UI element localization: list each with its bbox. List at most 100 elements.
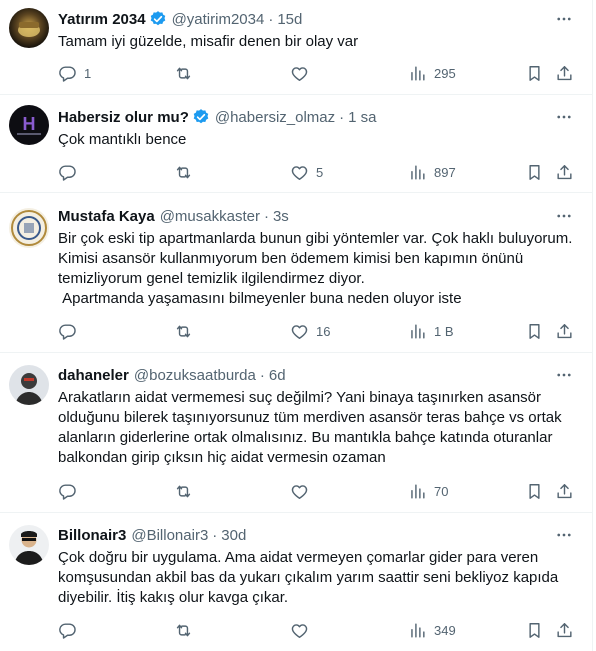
tweet-actions: 70 — [50, 474, 580, 508]
retweet-icon — [176, 166, 191, 178]
author-handle[interactable]: @bozuksaatburda — [134, 367, 256, 384]
retweet-icon — [176, 485, 191, 497]
timestamp[interactable]: 3s — [273, 208, 289, 225]
bookmark-button[interactable] — [525, 314, 544, 348]
author-handle[interactable]: @yatirim2034 — [172, 11, 265, 28]
reply-count: 1 — [84, 65, 92, 81]
like-icon — [291, 165, 308, 180]
like-button[interactable] — [290, 56, 316, 90]
share-button[interactable] — [555, 613, 574, 647]
author-name[interactable]: Yatırım 2034 — [58, 11, 146, 28]
reply-button[interactable] — [58, 474, 84, 508]
retweet-button[interactable] — [174, 155, 200, 189]
avatar[interactable] — [9, 525, 49, 565]
author-name[interactable]: Mustafa Kaya — [58, 208, 155, 225]
timestamp[interactable]: 15d — [277, 11, 302, 28]
author-handle[interactable]: @Billonair3 — [131, 527, 208, 544]
like-icon — [291, 484, 308, 499]
share-button[interactable] — [555, 314, 574, 348]
separator: · — [268, 10, 274, 28]
svg-text:H: H — [23, 114, 36, 134]
bookmark-icon — [529, 622, 540, 638]
more-icon[interactable] — [554, 206, 574, 226]
tweet[interactable]: dahaneler @bozuksaatburda · 6d Arakatlar… — [0, 353, 593, 513]
views-icon — [411, 65, 425, 81]
more-icon[interactable] — [554, 365, 574, 385]
timestamp[interactable]: 30d — [221, 527, 246, 544]
retweet-button[interactable] — [174, 56, 200, 90]
bookmark-icon — [529, 323, 540, 339]
views-icon — [411, 164, 425, 180]
bookmark-icon — [529, 65, 540, 81]
views-button[interactable]: 295 — [408, 56, 456, 90]
share-button[interactable] — [555, 474, 574, 508]
retweet-icon — [176, 624, 191, 636]
reply-button[interactable] — [58, 155, 84, 189]
more-icon[interactable] — [554, 525, 574, 545]
like-button[interactable]: 16 — [290, 314, 330, 348]
views-button[interactable]: 1 B — [408, 314, 454, 348]
tweet[interactable]: H Habersiz olur mu? @habersiz_olmaz · 1 … — [0, 95, 593, 193]
separator: · — [212, 526, 218, 544]
tweet-header: dahaneler @bozuksaatburda · 6d — [58, 365, 286, 385]
like-button[interactable] — [290, 474, 316, 508]
tweet[interactable]: Mustafa Kaya @musakkaster · 3s Bir çok e… — [0, 193, 593, 353]
views-button[interactable]: 70 — [408, 474, 448, 508]
like-button[interactable]: 5 — [290, 155, 323, 189]
bookmark-button[interactable] — [525, 155, 544, 189]
bookmark-button[interactable] — [525, 613, 544, 647]
tweet-text: Çok mantıklı bence — [58, 131, 187, 148]
like-count: 16 — [316, 323, 331, 339]
avatar[interactable]: H — [9, 105, 49, 145]
retweet-button[interactable] — [174, 613, 200, 647]
reply-button[interactable]: 1 — [58, 56, 91, 90]
retweet-icon — [176, 67, 191, 79]
avatar[interactable] — [9, 365, 49, 405]
views-button[interactable]: 897 — [408, 155, 456, 189]
share-icon — [557, 164, 572, 179]
more-icon[interactable] — [554, 9, 574, 29]
separator: · — [259, 366, 265, 384]
tweet-header: Billonair3 @Billonair3 · 30d — [58, 525, 246, 545]
views-count: 1 B — [434, 323, 454, 339]
like-count: 5 — [316, 164, 324, 180]
avatar[interactable] — [9, 8, 49, 48]
author-name[interactable]: Billonair3 — [58, 527, 126, 544]
author-name[interactable]: Habersiz olur mu? — [58, 109, 189, 126]
views-button[interactable]: 349 — [408, 613, 456, 647]
author-handle[interactable]: @habersiz_olmaz — [215, 109, 335, 126]
bookmark-button[interactable] — [525, 56, 544, 90]
like-icon — [291, 324, 308, 339]
more-icon[interactable] — [554, 107, 574, 127]
bookmark-icon — [529, 164, 540, 180]
tweet-text: Arakatların aidat vermemesi suç değilmi?… — [58, 389, 566, 466]
share-button[interactable] — [555, 56, 574, 90]
avatar[interactable] — [9, 208, 49, 248]
tweet-header: Yatırım 2034 @yatirim2034 · 15d — [58, 9, 302, 29]
tweet[interactable]: Billonair3 @Billonair3 · 30d Çok doğru b… — [0, 513, 593, 651]
verified-icon — [192, 108, 210, 126]
reply-button[interactable] — [58, 314, 84, 348]
bookmark-button[interactable] — [525, 474, 544, 508]
retweet-button[interactable] — [174, 314, 200, 348]
author-name[interactable]: dahaneler — [58, 367, 129, 384]
share-icon — [557, 65, 572, 80]
tweet[interactable]: Yatırım 2034 @yatirim2034 · 15d Tamam iy… — [0, 0, 593, 95]
separator: · — [339, 108, 345, 126]
reply-feed: Yatırım 2034 @yatirim2034 · 15d Tamam iy… — [0, 0, 593, 651]
tweet-actions: 16 1 B — [50, 314, 580, 348]
like-icon — [291, 623, 308, 638]
share-icon — [557, 483, 572, 498]
share-button[interactable] — [555, 155, 574, 189]
views-count: 295 — [434, 65, 456, 81]
timestamp[interactable]: 6d — [269, 367, 286, 384]
timestamp[interactable]: 1 sa — [348, 109, 376, 126]
retweet-button[interactable] — [174, 474, 200, 508]
reply-icon — [59, 164, 76, 181]
views-count: 897 — [434, 164, 456, 180]
reply-icon — [59, 323, 76, 340]
author-handle[interactable]: @musakkaster — [160, 208, 260, 225]
reply-button[interactable] — [58, 613, 84, 647]
like-button[interactable] — [290, 613, 316, 647]
tweet-header: Habersiz olur mu? @habersiz_olmaz · 1 sa — [58, 107, 377, 127]
